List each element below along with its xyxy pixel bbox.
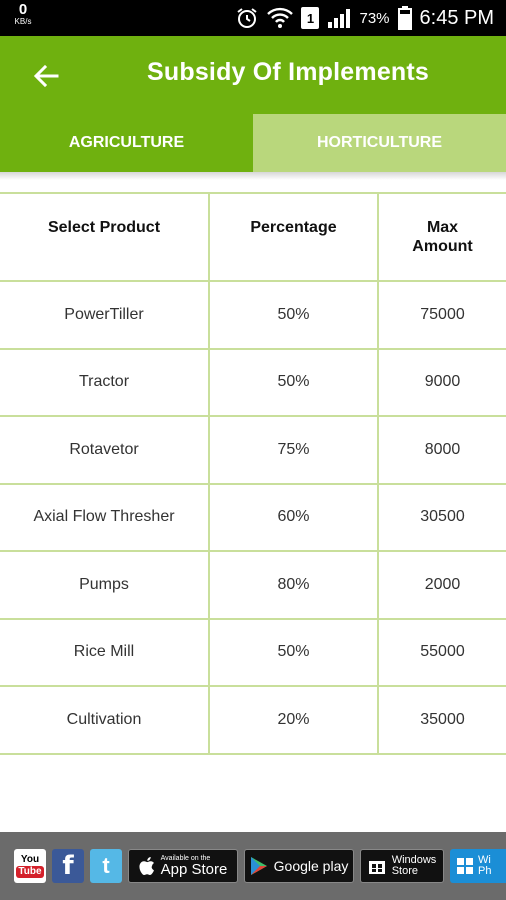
max-amount-cell: 35000: [420, 710, 465, 728]
windows-phone-line2: Ph: [478, 865, 492, 877]
app-bar: Subsidy Of Implements: [0, 36, 506, 114]
windows-logo-icon: [457, 858, 473, 874]
percentage-cell: 80%: [210, 552, 379, 618]
tab-agriculture[interactable]: AGRICULTURE: [0, 114, 253, 172]
subsidy-table: Select Product Percentage Max Amount Pow…: [0, 192, 506, 755]
twitter-icon: t: [102, 853, 110, 878]
table-row[interactable]: Tractor 50% 9000: [0, 349, 506, 417]
table-row[interactable]: PowerTiller 50% 75000: [0, 282, 506, 350]
tab-horticulture[interactable]: HORTICULTURE: [253, 114, 506, 172]
product-cell: Rice Mill: [0, 619, 210, 685]
product-cell: Pumps: [0, 552, 210, 618]
page-title: Subsidy Of Implements: [147, 58, 430, 86]
table-row[interactable]: Axial Flow Thresher 60% 30500: [0, 484, 506, 552]
app-store-badge[interactable]: Available on the App Store: [128, 849, 238, 883]
table-header-row: Select Product Percentage Max Amount: [0, 194, 506, 282]
battery-icon: [397, 6, 412, 30]
percentage-cell: 20%: [210, 687, 379, 753]
table-row[interactable]: Cultivation 20% 35000: [0, 687, 506, 755]
windows-store-line2: Store: [391, 865, 418, 877]
wifi-icon: [267, 7, 294, 29]
product-cell: Rotavetor: [0, 417, 210, 483]
status-bar: 0 KB/s 1 73% 6:45 PM: [0, 0, 506, 36]
alarm-icon: [235, 6, 259, 30]
product-cell: Tractor: [0, 349, 210, 415]
network-speed: 0 KB/s: [10, 2, 36, 26]
percentage-cell: 60%: [210, 484, 379, 550]
percentage-cell: 50%: [210, 619, 379, 685]
max-amount-cell: 9000: [424, 373, 461, 391]
back-button[interactable]: [28, 58, 64, 94]
network-speed-value: 0: [18, 1, 28, 18]
google-play-badge[interactable]: Google play: [244, 849, 354, 883]
category-tabs: AGRICULTURE HORTICULTURE: [0, 114, 506, 172]
youtube-top-text: You: [20, 854, 40, 865]
header-select-product: Select Product: [0, 194, 210, 280]
max-amount-cell: 75000: [420, 305, 465, 323]
product-cell: Cultivation: [0, 687, 210, 753]
windows-store-badge[interactable]: Windows Store: [360, 849, 444, 883]
header-max-amount: Max Amount: [379, 194, 506, 280]
app-store-big-text: App Store: [160, 861, 228, 878]
signal-icon: [327, 7, 351, 29]
tabs-shadow: [0, 172, 506, 180]
table-row[interactable]: Rice Mill 50% 55000: [0, 619, 506, 687]
play-triangle-icon: [250, 857, 267, 875]
twitter-badge[interactable]: t: [90, 849, 122, 883]
facebook-icon: f: [62, 851, 74, 881]
apple-icon: [139, 857, 154, 875]
sim-slot-indicator: 1: [301, 7, 320, 29]
percentage-cell: 75%: [210, 417, 379, 483]
percentage-cell: 50%: [210, 349, 379, 415]
table-row[interactable]: Rotavetor 75% 8000: [0, 417, 506, 485]
youtube-bottom-text: Tube: [16, 866, 44, 878]
product-cell: Axial Flow Thresher: [0, 484, 210, 550]
arrow-left-icon: [33, 64, 59, 88]
windows-store-icon: [368, 861, 385, 874]
product-cell: PowerTiller: [0, 282, 210, 348]
windows-phone-badge[interactable]: Wi Ph: [450, 849, 506, 883]
max-amount-cell: 2000: [424, 575, 461, 593]
max-amount-cell: 30500: [420, 508, 465, 526]
clock-time: 6:45 PM: [419, 6, 494, 29]
network-speed-unit: KB/s: [14, 17, 32, 26]
table-row[interactable]: Pumps 80% 2000: [0, 552, 506, 620]
facebook-badge[interactable]: f: [52, 849, 84, 883]
header-percentage: Percentage: [210, 194, 379, 280]
promo-banner: You Tube f t Available on the App Store …: [0, 832, 506, 900]
max-amount-cell: 8000: [424, 440, 461, 458]
percentage-cell: 50%: [210, 282, 379, 348]
header-max-amount-label: Max Amount: [412, 219, 473, 255]
youtube-badge[interactable]: You Tube: [14, 849, 46, 883]
google-play-text: Google play: [273, 858, 349, 874]
battery-percent: 73%: [359, 9, 390, 27]
max-amount-cell: 55000: [420, 643, 465, 661]
